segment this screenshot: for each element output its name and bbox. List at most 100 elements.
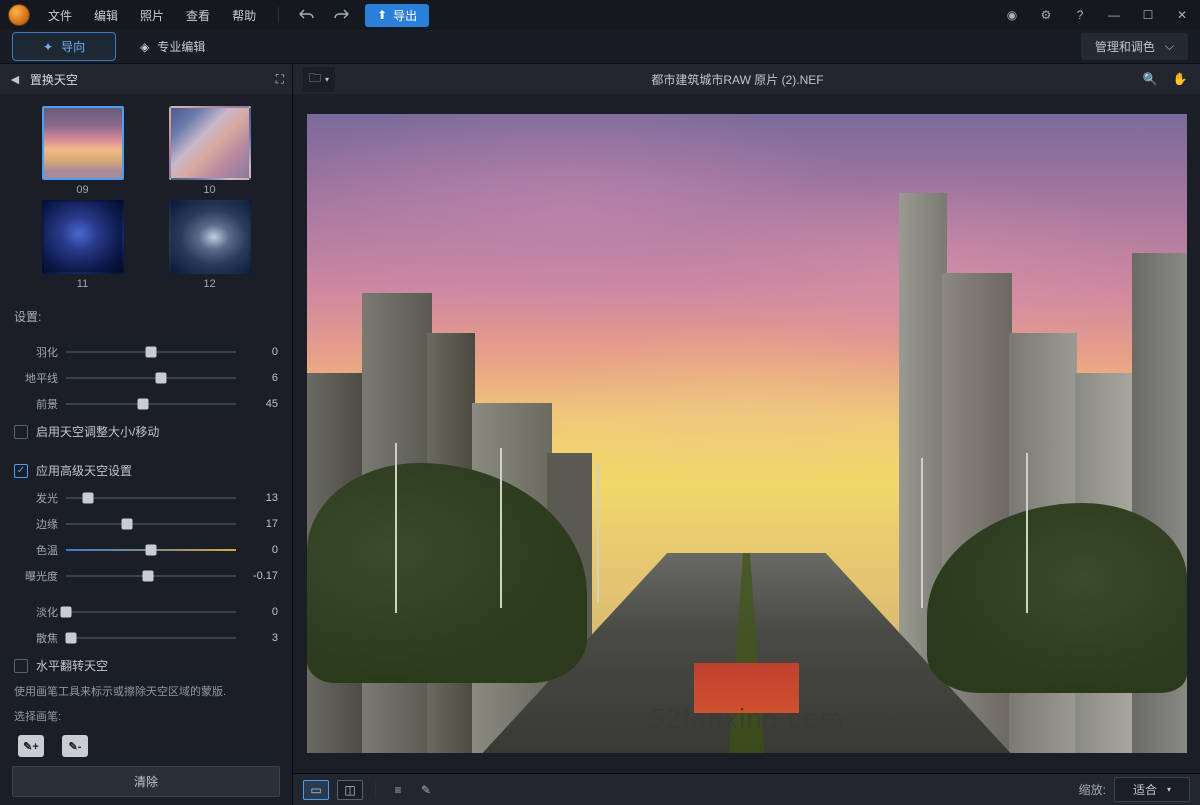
slider-value-发光: 13 (244, 492, 278, 504)
manage-dropdown[interactable]: 管理和调色 ⌵ (1081, 33, 1188, 60)
manage-label: 管理和调色 (1095, 38, 1155, 55)
brush-add-button[interactable]: ✎+ (18, 735, 44, 757)
sky-thumb-label: 12 (203, 278, 215, 290)
panel-header: ◄ 置换天空 ⛶ (0, 64, 292, 94)
slider-发光[interactable] (66, 489, 236, 507)
zoom-value: 适合 (1133, 781, 1157, 798)
maximize-icon[interactable]: ☐ (1138, 5, 1158, 25)
slider-label-发光: 发光 (14, 490, 58, 506)
brush-icon[interactable]: ✎ (416, 780, 436, 800)
undo-icon[interactable] (297, 5, 317, 25)
layers-icon: ◈ (140, 40, 149, 54)
slider-地平线[interactable] (66, 369, 236, 387)
slider-label-色温: 色温 (14, 542, 58, 558)
view-single-button[interactable]: ▭ (303, 780, 329, 800)
brush-hint-text: 使用画笔工具来标示或擦除天空区域的蒙版. (0, 680, 292, 705)
menu-file[interactable]: 文件 (44, 5, 76, 26)
sky-thumbnail-grid: 09101112 (0, 102, 292, 302)
zoom-dropdown[interactable]: 适合 ▾ (1114, 777, 1190, 802)
slider-value-前景: 45 (244, 398, 278, 410)
flip-horizontal-label: 水平翻转天空 (36, 657, 108, 674)
slider-value-淡化: 0 (244, 606, 278, 618)
slider-label-羽化: 羽化 (14, 344, 58, 360)
watermark-text: 52fanxing.com (649, 703, 844, 735)
divider (278, 7, 279, 23)
minimize-icon[interactable]: — (1104, 5, 1124, 25)
chevron-down-icon: ▾ (325, 75, 329, 84)
guided-mode-button[interactable]: ✦ 导向 (12, 32, 116, 61)
upload-icon: ⬆ (377, 8, 387, 22)
panel-title: 置换天空 (30, 71, 268, 88)
mode-toolbar: ✦ 导向 ◈ 专业编辑 管理和调色 ⌵ (0, 30, 1200, 64)
back-arrow-icon[interactable]: ◄ (8, 71, 22, 87)
menu-photo[interactable]: 照片 (136, 5, 168, 26)
slider-label-散焦: 散焦 (14, 630, 58, 646)
slider-淡化[interactable] (66, 603, 236, 621)
pro-edit-button[interactable]: ◈ 专业编辑 (140, 38, 205, 55)
close-icon[interactable]: ✕ (1172, 5, 1192, 25)
flip-horizontal-checkbox[interactable] (14, 659, 28, 673)
guided-mode-label: 导向 (61, 38, 85, 55)
redo-icon[interactable] (331, 5, 351, 25)
wand-icon: ✦ (43, 40, 53, 54)
slider-色温[interactable] (66, 541, 236, 559)
slider-边缘[interactable] (66, 515, 236, 533)
slider-value-地平线: 6 (244, 372, 278, 384)
slider-value-色温: 0 (244, 544, 278, 556)
sky-thumb-09[interactable] (42, 106, 124, 180)
notification-icon[interactable]: ◉ (1002, 5, 1022, 25)
popout-icon[interactable]: ⛶ (276, 72, 284, 87)
menu-edit[interactable]: 编辑 (90, 5, 122, 26)
canvas-area[interactable]: 52fanxing.com (293, 94, 1200, 773)
export-label: 导出 (393, 7, 417, 24)
chevron-down-icon: ▾ (1167, 785, 1171, 794)
histogram-icon[interactable]: ≡ (388, 780, 408, 800)
view-split-button[interactable]: ◫ (337, 780, 363, 800)
folder-dropdown[interactable]: 🗀 ▾ (303, 67, 335, 92)
pan-tool-icon[interactable]: ✋ (1170, 69, 1190, 89)
enable-resize-label: 启用天空调整大小/移动 (36, 423, 159, 440)
sky-replace-panel: ◄ 置换天空 ⛶ 09101112 设置: 羽化 0 地平线 6 前景 45 启用天… (0, 64, 293, 805)
enable-resize-checkbox[interactable] (14, 425, 28, 439)
export-button[interactable]: ⬆ 导出 (365, 4, 429, 27)
zoom-label: 缩放: (1079, 781, 1106, 798)
advanced-settings-label: 应用高级天空设置 (36, 462, 132, 479)
slider-散焦[interactable] (66, 629, 236, 647)
pro-edit-label: 专业编辑 (157, 38, 205, 55)
filename-label: 都市建筑城市RAW 原片 (2).NEF (345, 71, 1130, 88)
slider-前景[interactable] (66, 395, 236, 413)
sky-thumb-11[interactable] (42, 200, 124, 274)
menu-help[interactable]: 帮助 (228, 5, 260, 26)
settings-header: 设置: (14, 308, 278, 325)
advanced-settings-row: ✓ 应用高级天空设置 (0, 456, 292, 485)
zoom-tool-icon[interactable]: 🔍 (1140, 69, 1160, 89)
slider-value-边缘: 17 (244, 518, 278, 530)
slider-value-散焦: 3 (244, 632, 278, 644)
brush-erase-button[interactable]: ✎- (62, 735, 88, 757)
settings-icon[interactable]: ⚙ (1036, 5, 1056, 25)
chevron-down-icon: ⌵ (1165, 39, 1174, 54)
slider-label-地平线: 地平线 (14, 370, 58, 386)
slider-label-淡化: 淡化 (14, 604, 58, 620)
image-toolbar: 🗀 ▾ 都市建筑城市RAW 原片 (2).NEF 🔍 ✋ (293, 64, 1200, 94)
advanced-settings-checkbox[interactable]: ✓ (14, 464, 28, 478)
help-icon[interactable]: ? (1070, 5, 1090, 25)
titlebar: 文件 编辑 照片 查看 帮助 ⬆ 导出 ◉ ⚙ ? — ☐ ✕ (0, 0, 1200, 30)
slider-label-曝光度: 曝光度 (14, 568, 58, 584)
select-brush-label: 选择画笔: (0, 705, 292, 730)
slider-value-羽化: 0 (244, 346, 278, 358)
slider-label-前景: 前景 (14, 396, 58, 412)
slider-曝光度[interactable] (66, 567, 236, 585)
menu-view[interactable]: 查看 (182, 5, 214, 26)
folder-icon: 🗀 (309, 69, 321, 90)
sky-thumb-10[interactable] (169, 106, 251, 180)
slider-label-边缘: 边缘 (14, 516, 58, 532)
slider-value-曝光度: -0.17 (244, 570, 278, 582)
app-logo (8, 4, 30, 26)
sky-thumb-label: 10 (203, 184, 215, 196)
clear-button[interactable]: 清除 (12, 766, 280, 797)
sky-thumb-12[interactable] (169, 200, 251, 274)
flip-horizontal-row: 水平翻转天空 (0, 651, 292, 680)
slider-羽化[interactable] (66, 343, 236, 361)
enable-resize-move-row: 启用天空调整大小/移动 (0, 417, 292, 446)
